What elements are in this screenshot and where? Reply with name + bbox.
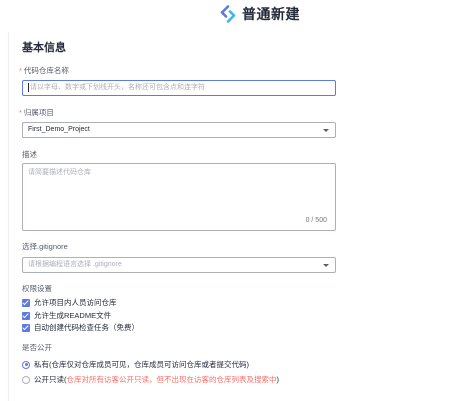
radio-unselected-icon[interactable]: [22, 375, 30, 384]
public-warning-text: 仓库对所有访客公开只读，但不出现在访客的仓库列表及搜索中: [66, 375, 277, 384]
permissions-label: 权限设置: [22, 284, 52, 293]
checkbox-checked-icon[interactable]: [22, 311, 30, 320]
permission-readme[interactable]: 允许生成README文件: [22, 310, 111, 321]
project-select[interactable]: First_Demo_Project: [22, 122, 336, 138]
repo-name-input[interactable]: 请以字母、数字或下划线开头，名称还可包含点和连字符: [22, 80, 336, 96]
repo-name-label: * 代码仓库名称: [19, 66, 69, 75]
page-title: 普通新建: [242, 6, 300, 22]
gitignore-placeholder: 请根据编程语言选择 .gitignore: [28, 261, 122, 268]
checkbox-checked-icon[interactable]: [22, 298, 30, 307]
radio-selected-icon[interactable]: [22, 360, 30, 369]
codearts-logo-icon: [220, 5, 236, 23]
visibility-private-option[interactable]: 私有(仓库仅对仓库成员可见，仓库成员可访问仓库或者提交代码): [22, 359, 249, 370]
chevron-down-icon: [323, 264, 329, 267]
repo-name-placeholder: 请以字母、数字或下划线开头，名称还可包含点和连字符: [30, 84, 205, 91]
project-select-value: First_Demo_Project: [28, 126, 90, 133]
project-label: * 归属项目: [19, 108, 54, 117]
required-mark: *: [19, 108, 22, 117]
text-cursor: [28, 82, 29, 92]
top-bar: 普通新建: [0, 0, 474, 30]
char-counter: 0 / 500: [305, 217, 327, 224]
required-mark: *: [19, 66, 22, 75]
gitignore-select[interactable]: 请根据编程语言选择 .gitignore: [22, 257, 336, 273]
chevron-down-icon: [323, 129, 329, 132]
checkbox-checked-icon[interactable]: [22, 323, 30, 332]
description-textarea[interactable]: 请简要描述代码仓库 0 / 500: [22, 163, 336, 231]
permission-code-check[interactable]: 自动创建代码检查任务（免费）: [22, 322, 139, 333]
description-placeholder: 请简要描述代码仓库: [28, 169, 91, 176]
gitignore-label: 选择.gitignore: [22, 242, 68, 251]
visibility-label: 是否公开: [22, 343, 52, 352]
permission-member-access[interactable]: 允许项目内人员访问仓库: [22, 297, 117, 308]
description-label: 描述: [22, 150, 37, 159]
visibility-public-option[interactable]: 公开只读(仓库对所有访客公开只读，但不出现在访客的仓库列表及搜索中): [22, 374, 279, 385]
section-title: 基本信息: [22, 42, 66, 54]
